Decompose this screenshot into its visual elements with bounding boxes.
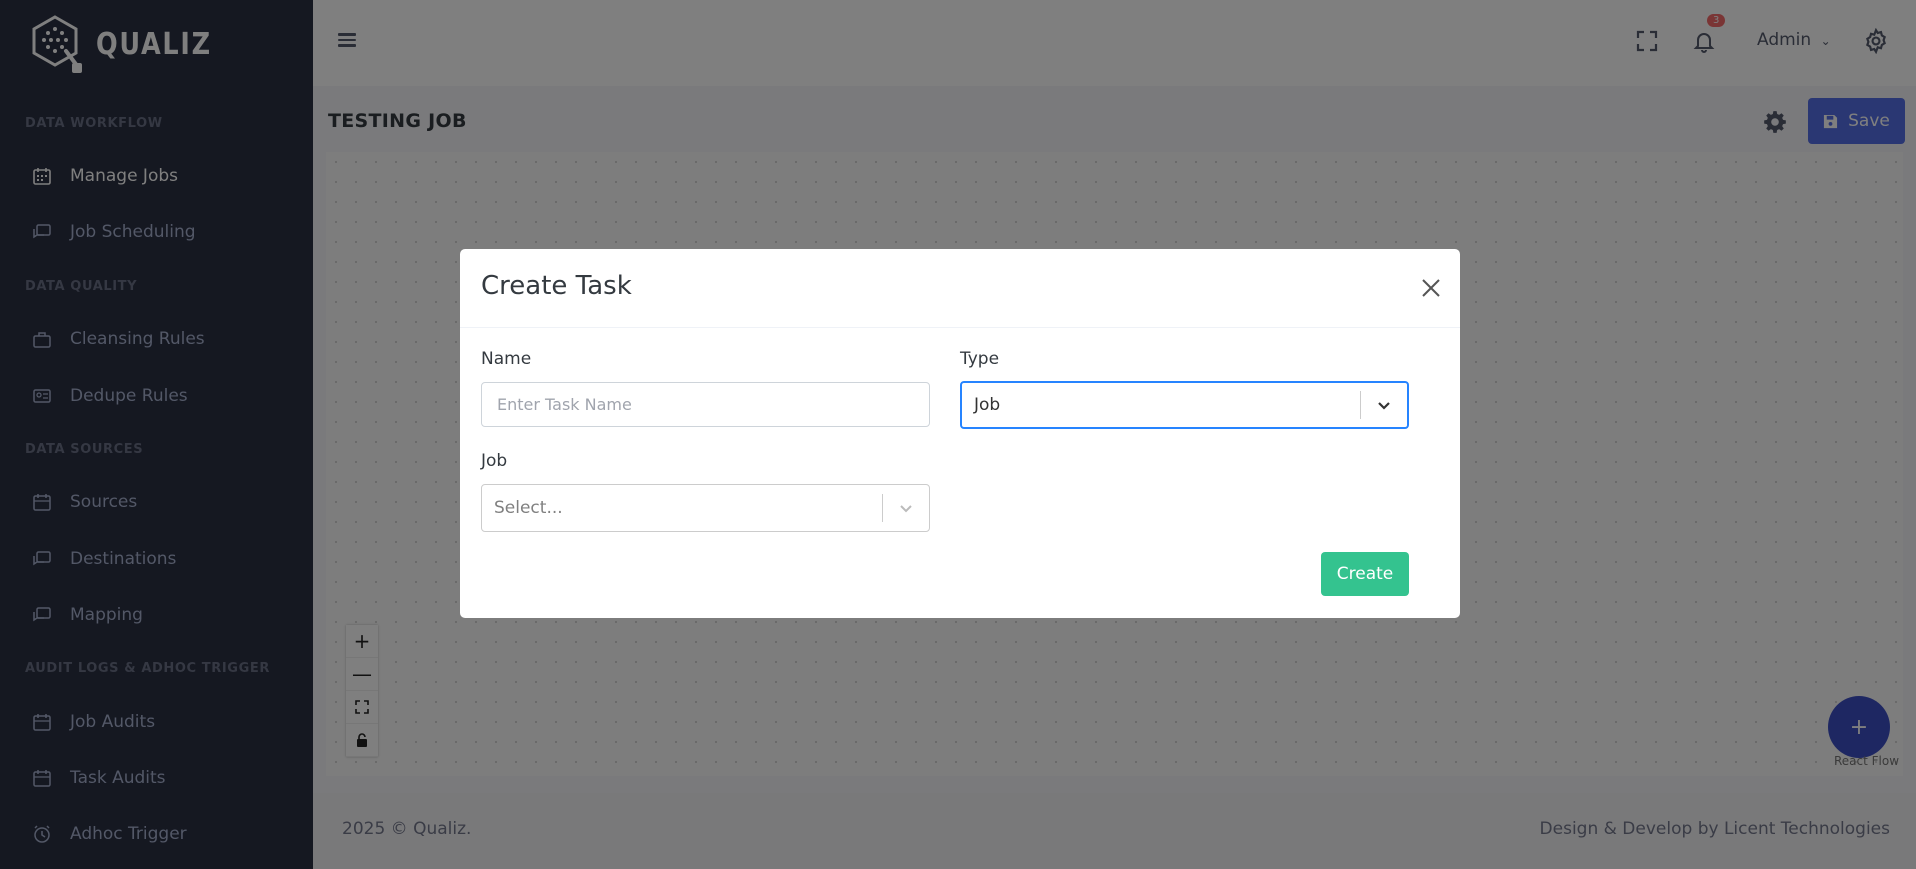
create-task-modal: Create Task Name Type Job Job Select... … xyxy=(460,249,1460,618)
chevron-down-icon[interactable] xyxy=(1361,397,1407,413)
modal-title: Create Task xyxy=(481,271,632,301)
type-label: Type xyxy=(960,349,1000,369)
create-button[interactable]: Create xyxy=(1321,552,1409,596)
type-select-value: Job xyxy=(974,395,1001,415)
type-select[interactable]: Job xyxy=(960,381,1409,429)
chevron-down-icon[interactable] xyxy=(883,500,929,516)
name-label: Name xyxy=(481,349,532,369)
job-select[interactable]: Select... xyxy=(481,484,930,532)
task-name-input[interactable] xyxy=(481,382,930,427)
job-label: Job xyxy=(481,451,508,471)
modal-divider xyxy=(460,327,1460,328)
close-icon[interactable] xyxy=(1420,277,1444,301)
job-select-placeholder: Select... xyxy=(494,498,563,518)
